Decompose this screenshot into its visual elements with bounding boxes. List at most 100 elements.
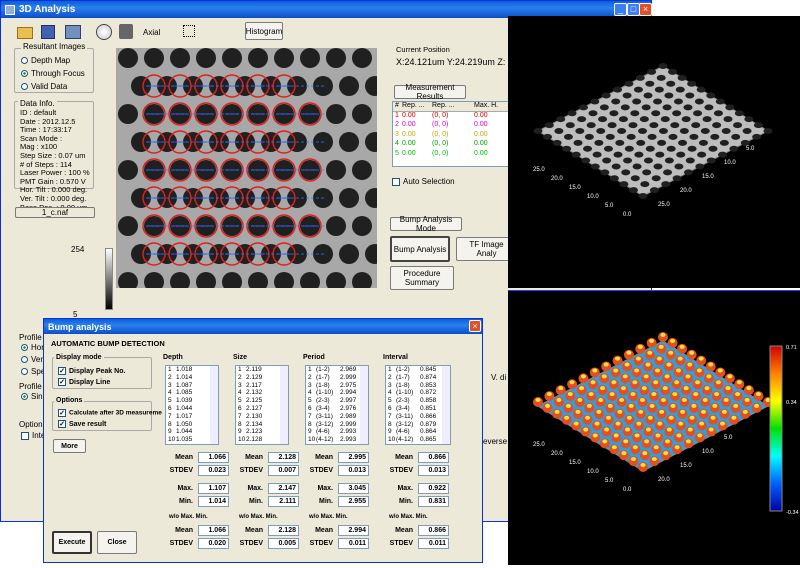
open-folder-icon[interactable] xyxy=(17,27,33,39)
surface-pit xyxy=(742,128,752,134)
bump xyxy=(339,132,359,152)
bump-analysis-mode-button[interactable]: Bump Analysis Mode xyxy=(390,215,462,233)
minimize-button[interactable]: _ xyxy=(614,3,627,16)
surface-bump-peak xyxy=(623,439,629,444)
bump-analysis-button[interactable]: Bump Analysis xyxy=(390,236,450,262)
procedure-summary-button[interactable]: Procedure Summary xyxy=(390,266,454,290)
calculate-after-checkbox[interactable]: ✓ Calculate after 3D measureme xyxy=(58,409,162,417)
stat-list[interactable]: 1 (1-2) 0.845 2 (1-7) 0.874 3 (1-8) 0.853 4 (1-10)… xyxy=(385,365,451,445)
dialog-close-icon[interactable]: × xyxy=(469,320,481,332)
list-item[interactable]: 6 (3-4) 2.976 xyxy=(306,405,368,413)
measurement-row[interactable]: 1 0.00 (0, 0) 0.00 xyxy=(393,112,509,122)
surface-pit xyxy=(664,157,674,164)
surface-bump-peak xyxy=(660,398,666,402)
measurement-table[interactable]: # Rep. ... Rep. ... Max. H. 1 0.00 (0, 0) 0… xyxy=(392,101,510,167)
list-cell: 5 xyxy=(168,397,172,405)
surface-pit xyxy=(602,157,612,164)
list-cell: 2.125 xyxy=(246,397,263,405)
list-item[interactable]: 10 (4-12) 0.865 xyxy=(386,436,450,444)
list-item[interactable]: 2 (1-7) 0.874 xyxy=(386,374,450,382)
measurement-row[interactable]: 5 0.00 (0, 0) 0.00 xyxy=(393,150,509,160)
list-item[interactable]: 5 (2-3) 0.858 xyxy=(386,397,450,405)
stat-min: Min. 0.831 xyxy=(383,496,453,507)
stat-list[interactable]: 1 (1-2) 2.969 2 (1-7) 2.999 3 (1-8) 2.975 4 (1-10)… xyxy=(305,365,369,445)
stat-stdev: STDEV 0.013 xyxy=(383,465,453,476)
list-item[interactable]: 4 (1-10) 2.994 xyxy=(306,389,368,397)
measurement-row[interactable]: 3 0.00 (0, 0) 0.00 xyxy=(393,131,509,141)
stat-mean: Mean 0.866 xyxy=(383,452,453,463)
stat-value: 1.066 xyxy=(198,452,229,463)
close-dialog-button[interactable]: Close xyxy=(97,531,137,554)
histogram-button[interactable]: Histogram xyxy=(245,22,283,40)
surface-pit xyxy=(620,104,630,111)
list-cell: (4-6) xyxy=(316,428,330,436)
surface-pit xyxy=(588,110,598,117)
surface-pit xyxy=(645,145,655,152)
scrollbar[interactable] xyxy=(442,366,450,444)
list-item[interactable]: 3 (1-8) 2.975 xyxy=(306,382,368,390)
radio-through-focus[interactable]: Through Focus xyxy=(21,69,85,78)
crop-icon[interactable] xyxy=(183,25,195,37)
cube-icon[interactable] xyxy=(119,24,133,39)
surface-bump-peak xyxy=(603,362,609,367)
list-item[interactable]: 3 (1-8) 0.853 xyxy=(386,382,450,390)
surface-bump-peak xyxy=(712,403,718,408)
list-item[interactable]: 4 (1-10) 0.872 xyxy=(386,389,450,397)
close-button[interactable]: × xyxy=(639,3,652,16)
surface-bump-peak xyxy=(735,392,741,397)
surface-pit xyxy=(651,175,661,182)
more-button[interactable]: More xyxy=(53,439,86,453)
display-peak-checkbox[interactable]: ✓ Display Peak No. xyxy=(58,367,125,375)
save-result-checkbox[interactable]: ✓ Save result xyxy=(58,420,106,428)
auto-selection-checkbox[interactable]: Auto Selection xyxy=(392,177,455,186)
save-icon[interactable] xyxy=(41,25,55,39)
radio-valid-data[interactable]: Valid Data xyxy=(21,82,67,91)
axis-tick-label: 10.0 xyxy=(724,160,736,166)
list-item[interactable]: 5 (2-3) 2.997 xyxy=(306,397,368,405)
scrollbar[interactable] xyxy=(280,366,288,444)
file-name-field[interactable]: 1_c.naf xyxy=(15,207,95,218)
surface-bump-peak xyxy=(710,415,716,420)
list-item[interactable]: 9 (4-6) 2.993 xyxy=(306,428,368,436)
surface-bump-peak xyxy=(651,457,657,462)
stat-list[interactable]: 1 2.119 2 2.129 3 2.117 4 2.132 5 2.125 6 2.127 7 2.1… xyxy=(235,365,289,445)
export-icon[interactable] xyxy=(65,25,81,39)
measurement-results-button[interactable]: Measurement Results xyxy=(394,83,466,101)
execute-button[interactable]: Execute xyxy=(52,531,92,554)
list-item[interactable]: 1 (1-2) 0.845 xyxy=(386,366,450,374)
list-item[interactable]: 10 (4-12) 2.993 xyxy=(306,436,368,444)
list-item[interactable]: 6 (3-4) 0.851 xyxy=(386,405,450,413)
surface-bump-peak xyxy=(649,338,655,343)
surface-pit xyxy=(643,92,653,99)
list-item[interactable]: 2 (1-7) 2.999 xyxy=(306,374,368,382)
stat-max: Max. 3.045 xyxy=(303,483,373,494)
scrollbar[interactable] xyxy=(210,366,218,444)
display-line-checkbox[interactable]: ✓ Display Line xyxy=(58,378,110,386)
stat-list[interactable]: 1 1.018 2 1.014 3 1.087 4 1.085 5 1.039 6 1.044 7 1.0… xyxy=(165,365,219,445)
surface-bump-peak xyxy=(666,362,672,367)
axial-label[interactable]: Axial xyxy=(143,28,160,37)
surface-bump-peak xyxy=(660,333,666,337)
surface-bump-peak xyxy=(664,374,670,379)
tf-image-analysis-button[interactable]: TF Image Analy xyxy=(456,237,512,261)
list-cell: 9 xyxy=(388,428,392,436)
list-item[interactable]: 9 (4-6) 0.864 xyxy=(386,428,450,436)
scrollbar[interactable] xyxy=(360,366,368,444)
surface-bump-peak xyxy=(579,386,585,391)
options-label: Options xyxy=(54,397,85,404)
surface-bump-peak xyxy=(607,403,613,408)
list-item[interactable]: 8 (3-12) 0.879 xyxy=(386,421,450,429)
list-item[interactable]: 8 (3-12) 2.999 xyxy=(306,421,368,429)
measurement-row[interactable]: 4 0.00 (0, 0) 0.00 xyxy=(393,140,509,150)
radio-depth-map[interactable]: Depth Map xyxy=(21,56,70,65)
surface-plot-grayscale[interactable]: 25.0 20.0 15.0 10.0 5.0 0.0 25.0 20.0 15.0 10.0 5.… xyxy=(508,16,800,288)
surface-plot-color[interactable]: 25.0 20.0 15.0 10.0 5.0 0.0 20.0 15.0 10.0 5.0 0.7… xyxy=(508,290,800,565)
list-item[interactable]: 7 (3-11) 2.989 xyxy=(306,413,368,421)
measurement-cell: 5 xyxy=(395,149,399,157)
globe-icon[interactable] xyxy=(96,24,112,40)
list-item[interactable]: 7 (3-11) 0.866 xyxy=(386,413,450,421)
list-item[interactable]: 1 (1-2) 2.969 xyxy=(306,366,368,374)
measurement-row[interactable]: 2 0.00 (0, 0) 0.00 xyxy=(393,121,509,131)
microscope-image[interactable] xyxy=(116,48,377,288)
dialog-titlebar[interactable]: Bump analysis xyxy=(44,319,482,334)
